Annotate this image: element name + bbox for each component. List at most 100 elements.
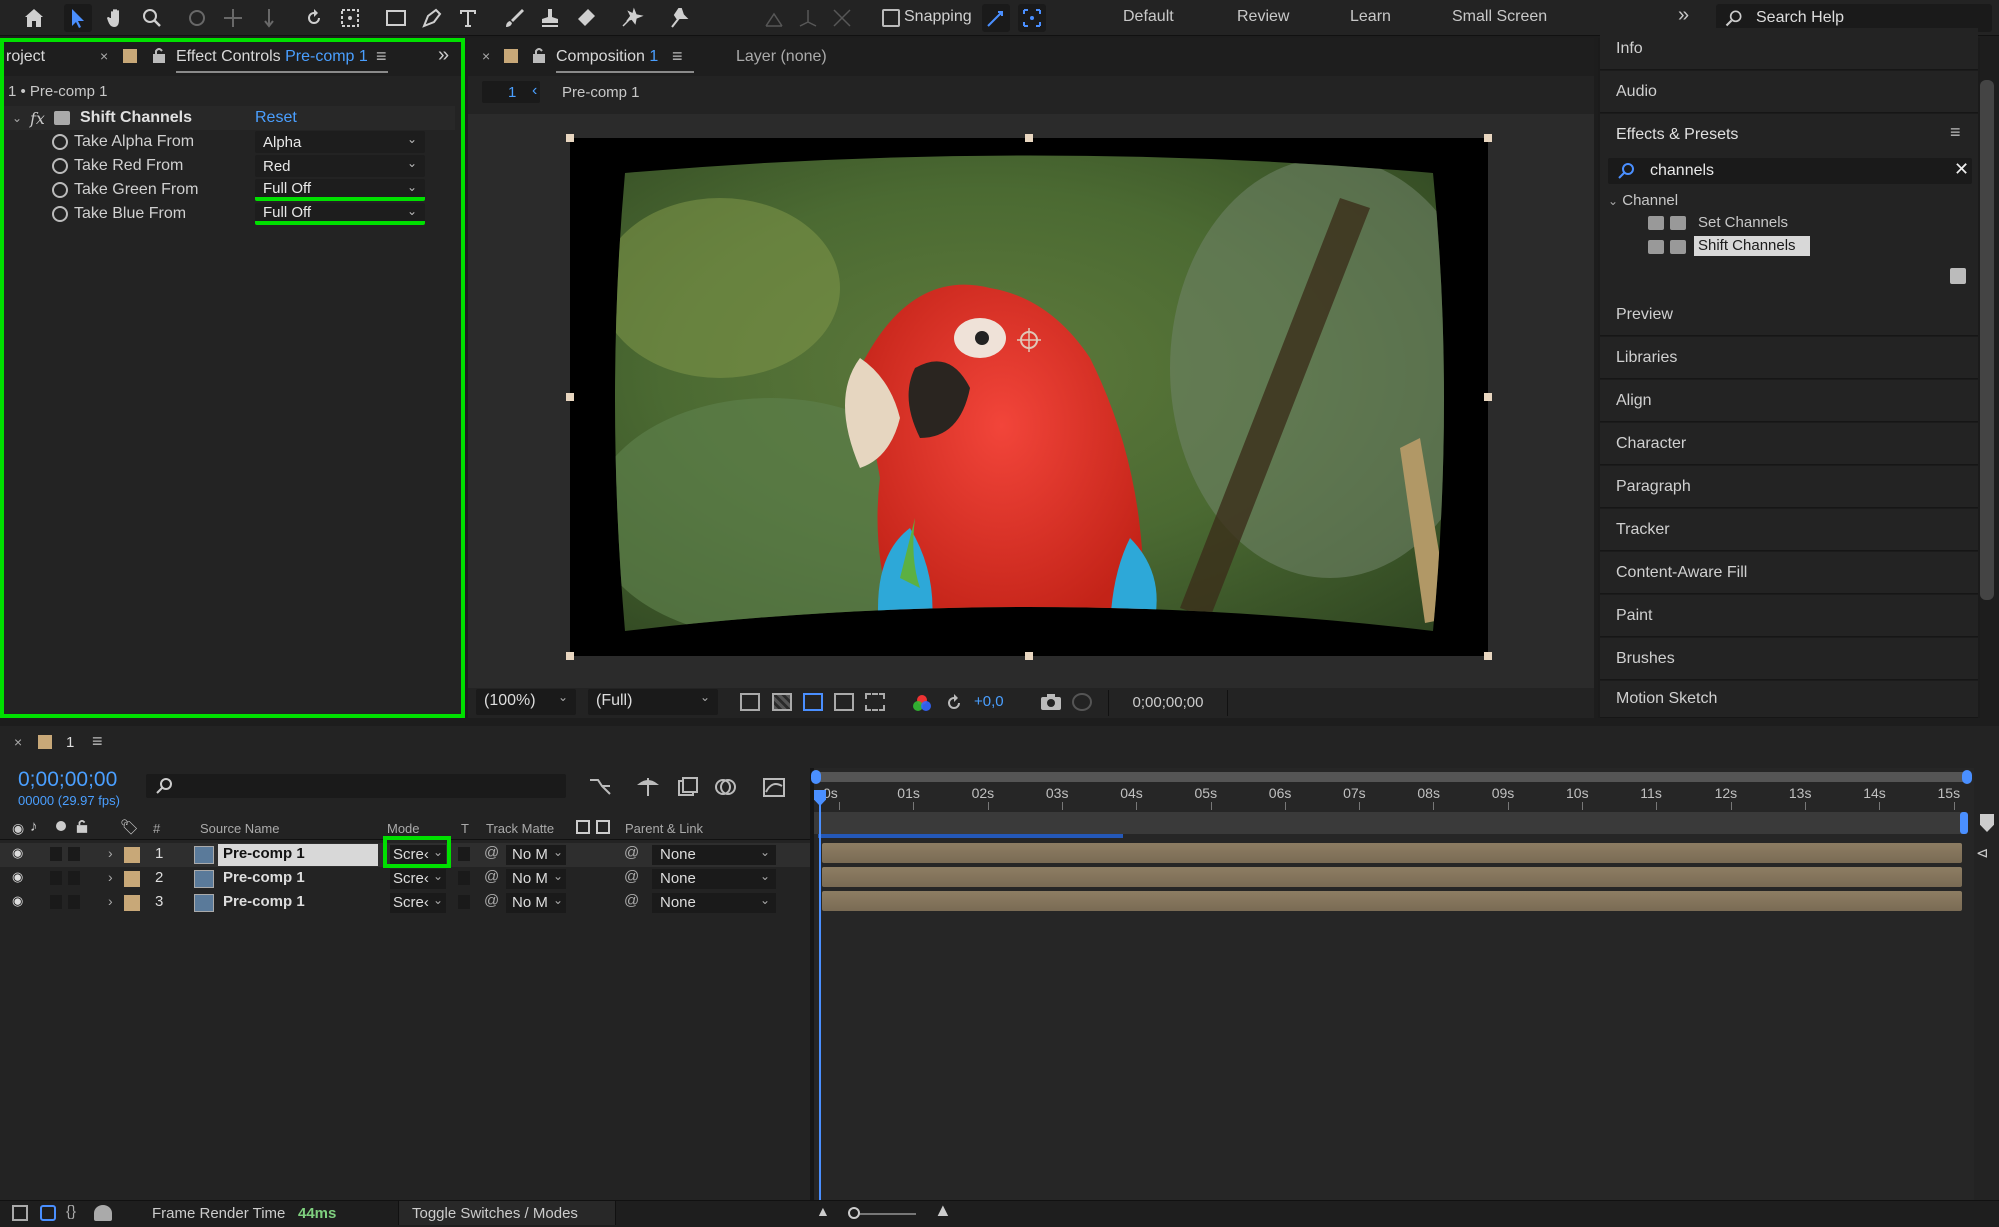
time-navigator[interactable] (814, 812, 1964, 834)
reset-link[interactable]: Reset (255, 109, 297, 127)
table-row[interactable]: ◉ › 2 Pre-comp 1 Scre‹ ⌄ @ No M ⌄ @ None ⌄ (0, 867, 810, 891)
comp-button-icon[interactable]: ⊲ (1976, 844, 1989, 862)
brush-tool-icon[interactable] (500, 4, 528, 32)
layer-name[interactable]: Pre-comp 1 (218, 892, 378, 914)
in-out-icon[interactable]: {} (66, 1203, 76, 1220)
close-icon[interactable]: × (14, 734, 22, 750)
panel-menu-icon[interactable]: ≡ (92, 731, 103, 752)
transfer-controls-icon[interactable] (40, 1205, 56, 1221)
matte-pickwhip-icon[interactable]: @ (484, 892, 499, 909)
layer-bar-1[interactable] (822, 843, 1962, 863)
lock-switch[interactable] (68, 871, 80, 885)
parrot-frame[interactable] (570, 138, 1488, 656)
close-icon[interactable]: × (100, 48, 108, 64)
chevron-down-icon[interactable]: ⌄ (12, 111, 22, 125)
orbit-tool-icon[interactable] (183, 4, 211, 32)
snap-edges-icon[interactable] (982, 4, 1010, 32)
panel-align[interactable]: Align (1600, 380, 1978, 422)
zoom-in-icon[interactable]: ▲ (934, 1200, 952, 1221)
preserve-transparency-switch[interactable] (458, 871, 470, 885)
visibility-eye-icon[interactable]: ◉ (12, 845, 23, 861)
tab-project[interactable]: roject (6, 48, 45, 66)
chevron-right-icon[interactable]: › (108, 893, 113, 909)
show-channel-icon[interactable] (912, 693, 932, 713)
stopwatch-icon[interactable] (52, 134, 68, 150)
stopwatch-icon[interactable] (52, 158, 68, 174)
panel-audio[interactable]: Audio (1600, 71, 1978, 113)
solo-switch[interactable] (50, 871, 62, 885)
matte-pickwhip-icon[interactable]: @ (484, 868, 499, 885)
pen-tool-icon[interactable] (418, 4, 446, 32)
grid-guides-icon[interactable] (865, 693, 885, 711)
panel-menu-icon[interactable]: ≡ (376, 46, 387, 67)
transform-handle[interactable] (1025, 652, 1033, 660)
mode-dropdown[interactable]: Scre‹ ⌄ (390, 869, 446, 889)
panel-paragraph[interactable]: Paragraph (1600, 466, 1978, 508)
lock-icon[interactable] (152, 47, 166, 63)
home-icon[interactable] (20, 4, 48, 32)
rectangle-tool-icon[interactable] (382, 4, 410, 32)
breadcrumb-name[interactable]: Pre-comp 1 (562, 84, 640, 101)
align-axis-icon[interactable] (760, 4, 788, 32)
parent-pickwhip-icon[interactable]: @ (624, 868, 639, 885)
timeline-search-field[interactable] (146, 774, 566, 798)
snapping-checkbox[interactable] (882, 9, 900, 27)
mask-visibility-icon[interactable] (803, 693, 823, 711)
show-snapshot-icon[interactable] (1072, 693, 1092, 711)
visibility-eye-icon[interactable]: ◉ (12, 869, 23, 885)
lock-switch[interactable] (68, 847, 80, 861)
take-blue-dropdown[interactable]: Full Off ⌄ (255, 203, 425, 225)
right-panel-scrollbar[interactable] (1980, 80, 1994, 600)
lock-icon[interactable] (532, 47, 546, 63)
stopwatch-icon[interactable] (52, 182, 68, 198)
eraser-tool-icon[interactable] (572, 4, 600, 32)
comp-mini-flowchart-icon[interactable] (588, 776, 612, 798)
timeline-zoom-thumb[interactable] (848, 1207, 860, 1219)
header-source-name[interactable]: Source Name (200, 821, 279, 836)
resolution-dropdown[interactable]: (Full) ⌄ (588, 689, 718, 715)
layer-bar-3[interactable] (822, 891, 1962, 911)
navigator-end-handle[interactable] (1960, 812, 1968, 834)
work-area-start-handle[interactable] (811, 770, 821, 784)
timeline-tab[interactable]: 1 (66, 734, 74, 751)
layer-name[interactable]: Pre-comp 1 (218, 844, 378, 866)
visibility-eye-icon[interactable]: ◉ (12, 893, 23, 909)
exposure-value[interactable]: +0,0 (974, 693, 1004, 710)
solo-switch[interactable] (50, 847, 62, 861)
stopwatch-icon[interactable] (52, 206, 68, 222)
parent-dropdown[interactable]: None ⌄ (652, 893, 776, 913)
track-matte-dropdown[interactable]: No M ⌄ (506, 845, 566, 865)
preserve-transparency-switch[interactable] (458, 895, 470, 909)
workspace-small-screen[interactable]: Small Screen (1452, 8, 1547, 26)
region-of-interest-icon[interactable] (834, 693, 854, 711)
expand-panel-icon[interactable]: » (438, 44, 449, 67)
panel-menu-icon[interactable]: ≡ (1950, 122, 1961, 143)
matte-pickwhip-icon[interactable]: @ (484, 844, 499, 861)
work-area-bar[interactable] (814, 772, 1969, 782)
parent-dropdown[interactable]: None ⌄ (652, 845, 776, 865)
frame-blending-icon[interactable] (676, 776, 700, 798)
view-axis-icon[interactable] (828, 4, 856, 32)
workspace-default[interactable]: Default (1123, 8, 1174, 26)
zoom-tool-icon[interactable] (138, 4, 166, 32)
layer-switches-icon[interactable] (12, 1205, 28, 1221)
effect-shift-channels[interactable]: Shift Channels (1694, 236, 1810, 256)
transform-handle[interactable] (566, 652, 574, 660)
type-tool-icon[interactable] (454, 4, 482, 32)
reset-exposure-icon[interactable] (944, 693, 964, 713)
layer-name[interactable]: Pre-comp 1 (218, 868, 378, 890)
snap-features-icon[interactable] (1018, 4, 1046, 32)
fx-icon[interactable]: fx (30, 109, 45, 128)
mode-dropdown[interactable]: Scre‹ ⌄ (390, 845, 446, 865)
anchor-tool-icon[interactable] (336, 4, 364, 32)
hand-tool-icon[interactable] (102, 4, 130, 32)
transform-handle[interactable] (1025, 134, 1033, 142)
selection-tool-icon[interactable] (64, 4, 92, 32)
zoom-out-icon[interactable]: ▲ (816, 1203, 830, 1219)
transform-handle[interactable] (566, 393, 574, 401)
table-row[interactable]: ◉ › 1 Pre-comp 1 Scre‹ ⌄ @ No M ⌄ @ None ⌄ (0, 843, 810, 867)
puppet-tool-icon[interactable] (664, 4, 692, 32)
chevron-right-icon[interactable]: › (108, 869, 113, 885)
workspace-learn[interactable]: Learn (1350, 8, 1391, 26)
panel-tracker[interactable]: Tracker (1600, 509, 1978, 551)
